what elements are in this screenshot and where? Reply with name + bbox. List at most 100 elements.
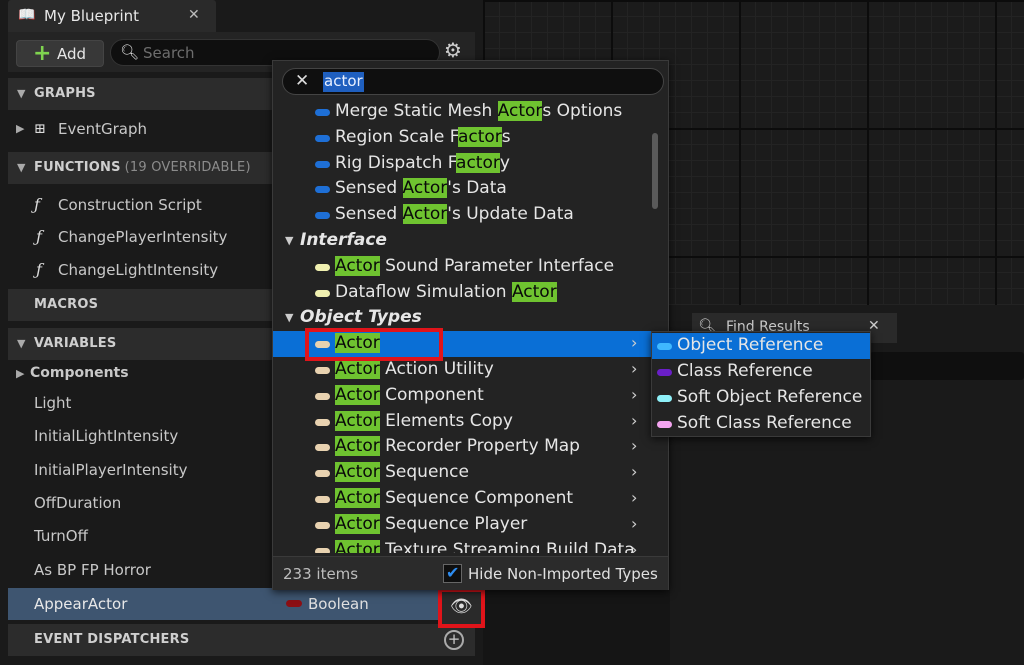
visibility-eye-highlight[interactable]: 👁 — [438, 588, 485, 628]
type-item[interactable]: Sensed Actor's Data — [273, 176, 653, 202]
plus-icon: + — [33, 41, 52, 66]
type-search-box[interactable]: ✕ actor — [282, 68, 664, 95]
type-color-pill — [315, 367, 330, 374]
type-label: Actor Texture Streaming Build Data — [335, 539, 635, 553]
type-label: Actor Action Utility — [335, 359, 494, 379]
type-item[interactable]: Dataflow Simulation Actor — [273, 280, 653, 306]
add-button-label: Add — [57, 45, 87, 63]
category-label: Interface — [300, 230, 387, 250]
book-icon: 📖 — [18, 7, 36, 23]
reference-label: Soft Class Reference — [677, 413, 852, 433]
type-color-pill — [315, 109, 330, 116]
actor-highlight-box — [305, 328, 443, 361]
reference-option[interactable]: Soft Class Reference — [652, 411, 870, 437]
type-item[interactable]: Actor Elements Copy › — [273, 409, 653, 435]
gear-icon[interactable]: ⚙ — [444, 38, 462, 62]
reference-label: Object Reference — [677, 335, 824, 355]
scrollbar-thumb[interactable] — [652, 133, 658, 209]
type-color-pill — [315, 160, 330, 168]
variable-label: OffDuration — [34, 494, 122, 512]
chevron-right-icon: › — [631, 359, 638, 378]
section-title: VARIABLES — [34, 336, 117, 351]
type-color-pill — [315, 134, 330, 142]
clear-search-icon[interactable]: ✕ — [295, 71, 309, 91]
type-label: Actor Sound Parameter Interface — [335, 255, 615, 276]
type-label: Actor Elements Copy — [335, 410, 513, 431]
collapse-triangle-icon: ▼ — [17, 337, 26, 350]
chevron-right-icon: › — [631, 513, 638, 533]
collapse-triangle-icon: ▼ — [17, 161, 26, 174]
eye-icon[interactable]: 👁 — [450, 596, 473, 617]
hide-non-imported-checkbox[interactable] — [443, 563, 462, 583]
type-label: Actor Recorder Property Map — [335, 436, 580, 457]
category-label: Components — [30, 365, 129, 381]
type-label: Region Scale Factors — [335, 126, 511, 147]
type-item[interactable]: Rig Dispatch Factory — [273, 151, 653, 177]
type-picker-footer: 233 items Hide Non-Imported Types — [273, 556, 668, 590]
type-label: Sensed Actor's Data — [335, 178, 507, 199]
reference-option[interactable]: Class Reference — [652, 359, 870, 385]
type-label: Actor Sequence — [335, 462, 469, 483]
type-color-pill — [315, 547, 330, 553]
type-color-pill — [315, 444, 330, 452]
type-item[interactable]: Actor Sequence Player › — [273, 512, 653, 538]
type-item[interactable]: Sensed Actor's Update Data — [273, 202, 653, 228]
function-icon: ƒ — [36, 260, 42, 279]
variable-type-label[interactable]: Boolean — [308, 595, 369, 613]
type-item[interactable]: Actor Sequence Component › — [273, 486, 653, 512]
chevron-right-icon: › — [631, 462, 638, 482]
type-color-pill — [315, 470, 330, 478]
type-color-pill — [315, 392, 330, 400]
hide-non-imported-label: Hide Non-Imported Types — [468, 565, 658, 583]
construction-script-icon: ƒ — [34, 195, 40, 214]
graph-icon: ⊞ — [34, 121, 46, 137]
type-color-pill — [315, 212, 330, 220]
type-label: Merge Static Mesh Actors Options — [335, 101, 623, 121]
close-tab-icon[interactable]: ✕ — [188, 7, 200, 23]
type-item[interactable]: Actor Texture Streaming Build Data › — [273, 538, 653, 553]
type-item[interactable]: Actor Component › — [273, 383, 653, 409]
function-label: ChangePlayerIntensity — [58, 228, 228, 246]
type-item[interactable]: Merge Static Mesh Actors Options — [273, 101, 653, 125]
reference-label: Class Reference — [677, 361, 813, 381]
function-icon: ƒ — [36, 227, 42, 246]
chevron-right-icon: › — [631, 410, 638, 430]
category-label: Object Types — [300, 307, 422, 328]
type-color-pill — [315, 521, 330, 529]
find-results-search-strip[interactable] — [870, 352, 1024, 380]
chevron-right-icon: › — [631, 333, 638, 353]
type-picker-dropdown: ✕ actor Merge Static Mesh Actors Options… — [272, 60, 669, 590]
search-icon: 🔍︎ — [120, 43, 140, 61]
type-list: Merge Static Mesh Actors Options Region S… — [273, 101, 653, 553]
type-label: Actor Component — [335, 384, 484, 405]
type-color-pill — [315, 418, 330, 426]
my-blueprint-tab[interactable]: 📖 My Blueprint ✕ — [8, 0, 216, 32]
expand-triangle-icon[interactable]: ▶ — [16, 367, 24, 380]
collapse-triangle-icon: ▼ — [285, 311, 294, 325]
type-color-pill — [315, 289, 330, 297]
reference-option-selected[interactable]: Object Reference — [652, 333, 870, 359]
reference-option[interactable]: Soft Object Reference — [652, 385, 870, 411]
collapse-triangle-icon: ▼ — [285, 234, 294, 247]
add-button[interactable]: + Add — [16, 40, 104, 67]
type-item[interactable]: Region Scale Factors — [273, 125, 653, 151]
section-event-dispatchers[interactable]: EVENT DISPATCHERS — [8, 624, 475, 656]
type-item[interactable]: Actor Sound Parameter Interface — [273, 254, 653, 280]
type-item[interactable]: Actor Sequence › — [273, 460, 653, 486]
section-title: EVENT DISPATCHERS — [34, 632, 190, 647]
variable-label: AppearActor — [34, 595, 128, 613]
reference-label: Soft Object Reference — [677, 387, 863, 407]
type-search-value[interactable]: actor — [323, 72, 364, 92]
graph-label: EventGraph — [58, 120, 147, 138]
boolean-type-pill — [286, 600, 302, 607]
reference-color-pill — [657, 395, 672, 402]
section-title: MACROS — [34, 297, 99, 312]
type-item[interactable]: Actor Recorder Property Map › — [273, 434, 653, 460]
expand-triangle-icon[interactable]: ▶ — [16, 122, 24, 135]
add-dispatcher-icon[interactable]: + — [444, 630, 464, 650]
tab-title: My Blueprint — [44, 7, 140, 25]
variable-item-selected[interactable]: AppearActor Boolean — [8, 588, 475, 620]
category-header[interactable]: ▼ Interface — [273, 228, 653, 254]
type-color-pill — [315, 186, 330, 194]
items-count: 233 items — [283, 565, 359, 583]
